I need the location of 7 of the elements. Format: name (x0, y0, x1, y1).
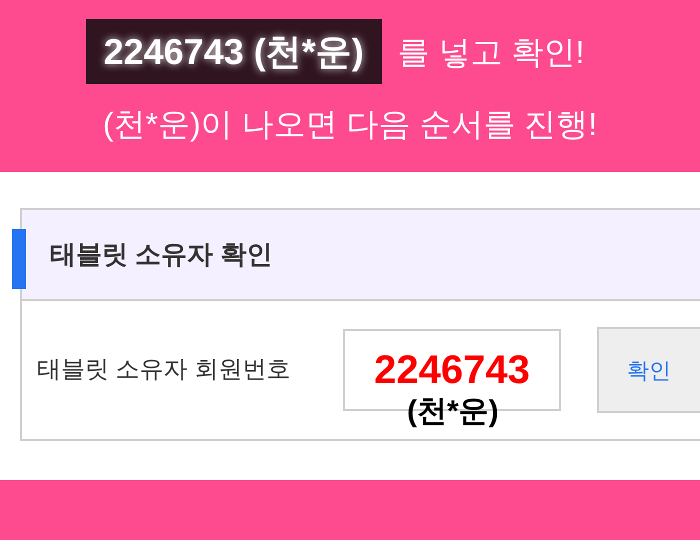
instruction-text: (천*운)이 나오면 다음 순서를 진행! (102, 105, 598, 144)
highlighted-code: 2246743 (천*운) (86, 19, 382, 84)
field-label: 태블릿 소유자 회원번호 (37, 355, 292, 385)
accent-bar (12, 229, 26, 289)
confirm-button[interactable]: 확인 (597, 327, 700, 413)
form-title: 태블릿 소유자 확인 (50, 238, 272, 271)
instruction-text: 를 넣고 확인! (398, 32, 584, 72)
